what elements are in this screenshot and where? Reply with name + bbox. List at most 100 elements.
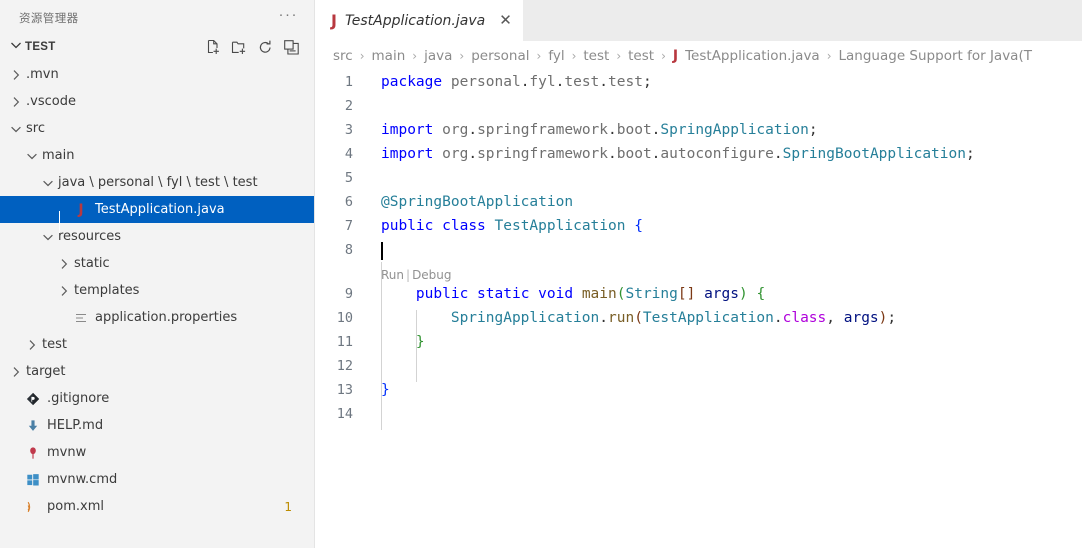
explorer-more-actions-button[interactable]: ··· [277,7,301,26]
tree-item-label: mvnw [47,445,87,460]
tree-item[interactable]: java \ personal \ fyl \ test \ test [0,169,314,196]
breadcrumb-item[interactable]: Language Support for Java(T [839,48,1032,64]
breadcrumb-item[interactable]: test [583,48,609,64]
breadcrumb-item[interactable]: java [424,48,452,64]
code-line[interactable]: 7 public class TestApplication { [315,214,1082,238]
chevron-down-icon[interactable] [8,121,24,137]
code-token: ) [739,286,748,302]
tab-label: TestApplication.java [344,12,486,29]
breadcrumb-item[interactable]: personal [471,48,529,64]
java-file-icon: J [672,47,679,64]
xml-file-icon [24,499,42,515]
line-number: 4 [344,146,353,162]
chevron-down-icon [8,37,24,58]
codelens-separator: | [406,268,411,282]
code-line[interactable]: 5 [315,166,1082,190]
tree-item[interactable]: main [0,142,314,169]
code-token: ( [634,310,643,326]
collapse-all-icon[interactable] [283,39,300,56]
chevron-down-icon[interactable] [40,229,56,245]
tree-item[interactable]: J TestApplication.java [0,196,314,223]
tree-item-label: pom.xml [47,499,104,514]
folder-section-header-test[interactable]: TEST [0,35,314,59]
code-line[interactable]: 6 @SpringBootApplication [315,190,1082,214]
code-line[interactable]: 13} [315,378,1082,402]
tree-item-label: src [26,121,45,136]
chevron-right-icon[interactable] [8,67,24,83]
tree-item-label: .vscode [26,94,76,109]
tree-item-label: resources [58,229,122,244]
tree-item-label: TestApplication.java [95,202,225,217]
code-line[interactable]: 14 [315,402,1082,426]
tree-item[interactable]: .mvn [0,61,314,88]
tree-item[interactable]: application.properties [0,304,314,331]
tree-item[interactable]: resources [0,223,314,250]
chevron-right-icon[interactable] [56,283,72,299]
chevron-right-icon[interactable] [56,256,72,272]
code-line[interactable]: 4 import org.springframework.boot.autocon… [315,142,1082,166]
close-icon[interactable]: ✕ [499,13,512,28]
line-content: import org.springframework.boot.autoconf… [367,146,1082,162]
code-line[interactable]: 2 [315,94,1082,118]
code-line[interactable]: 11 } [315,330,1082,354]
tree-item[interactable]: target [0,358,314,385]
code-line[interactable]: 12 [315,354,1082,378]
refresh-icon[interactable] [257,39,274,56]
chevron-down-icon[interactable] [24,148,40,164]
tab-testapplication-java[interactable]: J TestApplication.java ✕ [315,0,523,41]
line-number: 8 [344,242,353,258]
code-token: public [415,286,469,302]
code-token: ; [887,310,897,326]
mvnw-file-icon [24,445,42,461]
chevron-right-icon[interactable] [8,364,24,380]
codelens-run-link[interactable]: Run [381,268,404,282]
code-line[interactable]: 10 SpringApplication.run(TestApplication… [315,306,1082,330]
tree-item[interactable]: mvnw.cmd [0,466,314,493]
code-line[interactable]: 1 package personal.fyl.test.test; [315,70,1082,94]
chevron-right-icon[interactable] [8,94,24,110]
new-file-icon[interactable] [205,39,222,56]
breadcrumb-item[interactable]: main [372,48,406,64]
tree-item[interactable]: .vscode [0,88,314,115]
code-token: test [564,74,600,90]
tree-item[interactable]: .gitignore [0,385,314,412]
code-token: . [773,310,783,326]
tree-item[interactable]: pom.xml 1 [0,493,314,520]
code-line[interactable]: 8 [315,238,1082,262]
breadcrumb-separator-icon: › [536,48,542,63]
code-token: { [756,286,766,302]
breadcrumb-item[interactable]: test [628,48,654,64]
breadcrumb-item[interactable]: fyl [548,48,564,64]
tree-item-label: HELP.md [47,418,104,433]
chevron-right-icon[interactable] [24,337,40,353]
tree-item[interactable]: HELP.md [0,412,314,439]
code-token: main [581,286,617,302]
tree-item[interactable]: test [0,331,314,358]
line-content: @SpringBootApplication [367,194,1082,210]
code-editor[interactable]: 1 package personal.fyl.test.test; 2 3 import… [315,70,1082,548]
new-folder-icon[interactable] [231,39,248,56]
code-token: boot [616,146,652,162]
code-token: boot [616,122,652,138]
line-content: import org.springframework.boot.SpringAp… [367,122,1082,138]
code-token: . [599,74,609,90]
line-number: 12 [336,358,353,374]
tree-item[interactable]: templates [0,277,314,304]
code-token: test [608,74,643,90]
tree-item[interactable]: mvnw [0,439,314,466]
breadcrumb-item[interactable]: TestApplication.java [685,48,820,64]
chevron-down-icon[interactable] [40,175,56,191]
breadcrumb-item[interactable]: src [333,48,353,64]
code-line[interactable]: 9 public static void main(String[] args)… [315,282,1082,306]
code-line[interactable]: 3 import org.springframework.boot.SpringA… [315,118,1082,142]
tree-item[interactable]: src [0,115,314,142]
tree-item[interactable]: static [0,250,314,277]
codelens-debug-link[interactable]: Debug [412,268,451,282]
